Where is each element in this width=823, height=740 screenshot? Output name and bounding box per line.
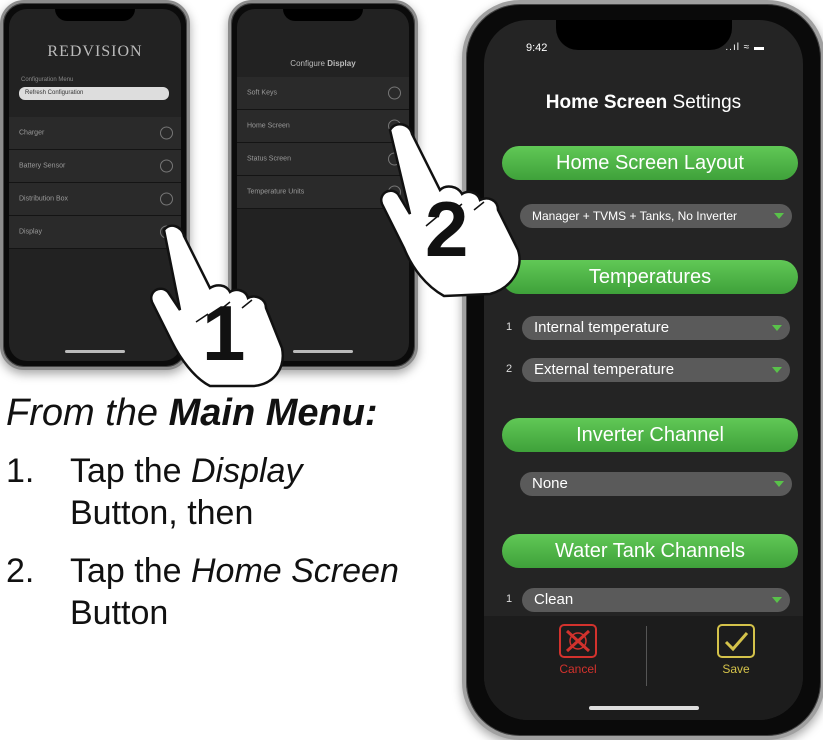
- step-number: 1.: [6, 452, 35, 490]
- main-phone-mockup: 9:42 ..ıl ≈ ▬ Home Screen Settings Home …: [462, 0, 823, 740]
- brand-logo: REDVISION: [47, 43, 143, 60]
- save-check-icon: [717, 624, 755, 658]
- section-header-inverter: Inverter Channel: [502, 418, 798, 452]
- inverter-select[interactable]: None: [520, 472, 792, 496]
- save-button[interactable]: Save: [706, 624, 766, 680]
- step-2-line-1: Tap the Home Screen: [70, 550, 399, 592]
- temperature-index: 2: [506, 363, 513, 375]
- temperature-select-value: External temperature: [534, 361, 675, 378]
- footer-divider: [646, 626, 647, 686]
- menu-row-label: Battery Sensor: [19, 162, 66, 170]
- layout-select-value: Manager + TVMS + Tanks, No Inverter: [532, 209, 737, 223]
- temperature-select-2[interactable]: External temperature: [522, 358, 790, 382]
- chevron-down-icon: [772, 325, 782, 331]
- section-header-temperatures: Temperatures: [502, 260, 798, 294]
- water-tank-index: 1: [506, 593, 513, 605]
- step-2-line-2: Button: [70, 594, 169, 632]
- menu-row-label: Display: [19, 228, 42, 236]
- status-time: 9:42: [526, 42, 548, 54]
- section-header-layout: Home Screen Layout: [502, 146, 798, 180]
- refresh-config-field[interactable]: Refresh Configuration: [19, 87, 169, 100]
- chevron-down-icon: [772, 597, 782, 603]
- temperature-select-1[interactable]: Internal temperature: [522, 316, 790, 340]
- left-phone-home-bar: [65, 350, 125, 353]
- left-phone-notch: [55, 9, 135, 21]
- instructions-heading: From the Main Menu:: [6, 392, 378, 435]
- chevron-down-icon: [772, 367, 782, 373]
- chevron-down-icon: [774, 481, 784, 487]
- configure-display-title: Configure Display: [237, 59, 409, 68]
- menu-row-distribution-box[interactable]: Distribution Box: [9, 183, 181, 216]
- menu-row-battery-sensor[interactable]: Battery Sensor: [9, 150, 181, 183]
- water-tank-select-value: Clean: [534, 591, 574, 608]
- menu-row-label: Home Screen: [247, 122, 290, 130]
- signal-wifi-battery-icon: ..ıl ≈ ▬: [725, 42, 765, 53]
- heading-plain: From the: [6, 392, 169, 434]
- chevron-right-icon: [388, 86, 401, 100]
- step-2-marker: 2: [425, 185, 469, 273]
- config-menu-label: Configuration Menu: [21, 77, 74, 83]
- chevron-right-icon: [160, 159, 173, 173]
- main-phone-home-bar: [588, 706, 699, 710]
- temperature-index: 1: [506, 321, 513, 333]
- title-prefix: Configure: [290, 59, 325, 68]
- cancel-label: Cancel: [559, 662, 597, 676]
- step-1-line-1: Tap the Display: [70, 450, 302, 492]
- chevron-right-icon: [160, 192, 173, 206]
- page-title: Home Screen Settings: [484, 92, 803, 114]
- step-1-line-2: Button, then: [70, 494, 254, 532]
- main-phone-notch: [555, 20, 732, 50]
- save-label: Save: [722, 662, 750, 676]
- page-title-bold: Home Screen: [545, 92, 668, 113]
- step-text: Tap the: [70, 452, 191, 490]
- instruction-step-1: 1. Tap the Display Button, then: [6, 450, 302, 532]
- chevron-right-icon: [160, 126, 173, 140]
- chevron-down-icon: [774, 213, 784, 219]
- menu-row-label: Soft Keys: [247, 89, 277, 97]
- menu-row-label: Charger: [19, 129, 45, 137]
- cancel-button[interactable]: Cancel: [548, 624, 608, 680]
- page-title-rest: Settings: [667, 92, 742, 113]
- step-emphasis: Display: [190, 452, 303, 490]
- step-emphasis: Home Screen: [190, 552, 399, 590]
- menu-row-soft-keys[interactable]: Soft Keys: [237, 77, 409, 110]
- step-text: Tap the: [70, 552, 191, 590]
- refresh-config-value: Refresh Configuration: [25, 90, 84, 96]
- temperature-select-value: Internal temperature: [534, 319, 670, 336]
- menu-row-label: Distribution Box: [19, 195, 69, 203]
- layout-select[interactable]: Manager + TVMS + Tanks, No Inverter: [520, 204, 792, 228]
- middle-phone-home-bar: [293, 350, 353, 353]
- heading-bold: Main Menu:: [168, 392, 378, 434]
- section-header-water-tanks: Water Tank Channels: [502, 534, 798, 568]
- step-1-marker: 1: [202, 289, 246, 377]
- step-number: 2.: [6, 552, 35, 590]
- menu-row-label: Temperature Units: [247, 188, 305, 196]
- menu-row-charger[interactable]: Charger: [9, 117, 181, 150]
- water-tank-select-1[interactable]: Clean: [522, 588, 790, 612]
- inverter-select-value: None: [532, 475, 568, 492]
- cancel-x-icon: [559, 624, 597, 658]
- middle-phone-notch: [283, 9, 363, 21]
- title-bold: Display: [327, 59, 356, 68]
- instruction-step-2: 2. Tap the Home Screen Button: [6, 550, 399, 632]
- menu-row-label: Status Screen: [247, 155, 291, 163]
